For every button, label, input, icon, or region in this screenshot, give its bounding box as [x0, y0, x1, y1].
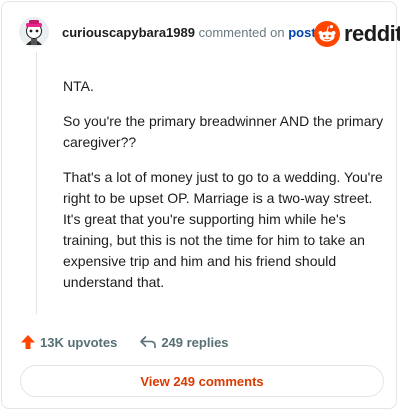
comment-paragraph: NTA. [63, 78, 94, 94]
reddit-snoo-icon [314, 21, 340, 47]
thread-line[interactable] [36, 52, 37, 314]
reply-arrow-icon [140, 336, 157, 349]
replies-button[interactable]: 249 replies [139, 334, 229, 350]
reddit-wordmark: reddit [344, 21, 400, 46]
post-link[interactable]: post [288, 25, 315, 40]
comment-paragraph: So you're the primary breadwinner AND th… [63, 113, 384, 150]
comment-paragraph: That's a lot of money just to go to a we… [63, 169, 383, 290]
upvote-arrow-icon [21, 335, 35, 349]
view-comments-button[interactable]: View 249 comments [20, 365, 384, 397]
user-avatar-icon[interactable] [19, 17, 49, 47]
comment-header: curiouscapybara1989 commented on post [62, 25, 316, 41]
upvote-count: 13K upvotes [40, 334, 118, 350]
comment-card: curiouscapybara1989 commented on post re… [1, 1, 400, 409]
commented-on-text: commented on [198, 25, 285, 40]
reply-count: 249 replies [161, 334, 229, 350]
comment-body: NTA. So you're the primary breadwinner A… [63, 76, 388, 307]
comment-actions: 13K upvotes 249 replies [20, 332, 229, 352]
username[interactable]: curiouscapybara1989 [62, 25, 195, 40]
upvote-button[interactable]: 13K upvotes [20, 334, 117, 350]
reddit-logo[interactable]: reddit [314, 20, 400, 48]
